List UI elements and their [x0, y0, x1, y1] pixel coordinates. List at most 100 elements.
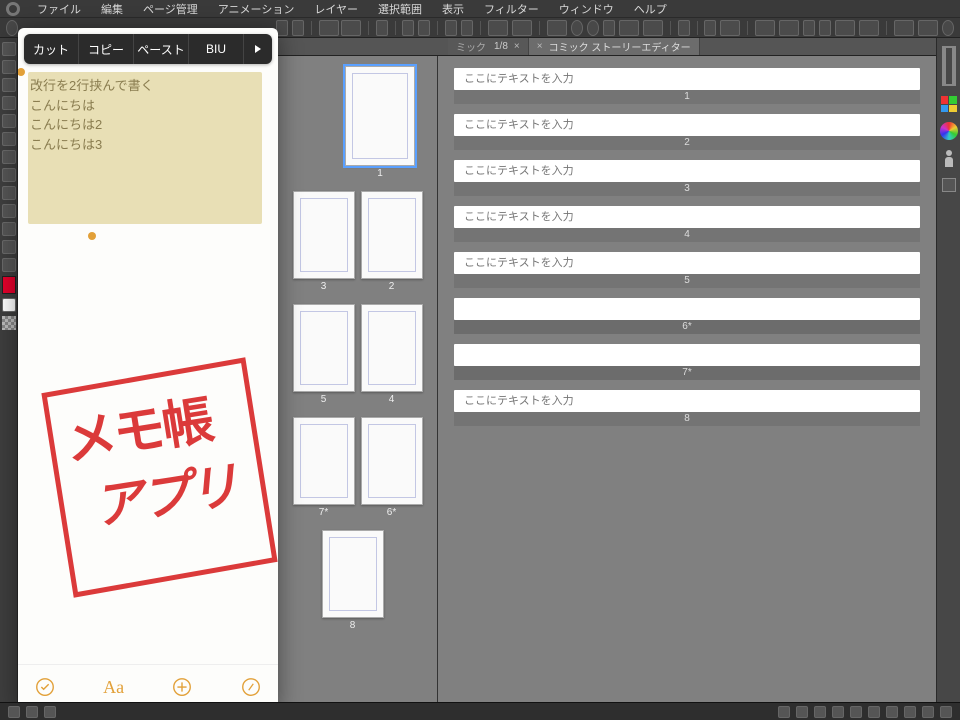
page-thumb-2[interactable] — [361, 191, 423, 279]
folder-icon[interactable] — [402, 20, 414, 36]
story-input-4[interactable] — [454, 206, 920, 228]
color-set-icon[interactable] — [941, 96, 957, 112]
next-icon[interactable] — [512, 20, 532, 36]
taskbar-icon[interactable] — [940, 706, 952, 718]
menu-page[interactable]: ページ管理 — [134, 0, 207, 18]
tool-brush-icon[interactable] — [2, 150, 16, 164]
trash-icon[interactable] — [376, 20, 388, 36]
layout-list-icon[interactable] — [292, 20, 304, 36]
ruler-icon[interactable] — [755, 20, 775, 36]
notes-text-area[interactable]: 改行を2行挟んで書く こんにちは こんにちは2 こんにちは3 メモ帳 アプリ — [18, 70, 278, 664]
tool-gradient-icon[interactable] — [2, 204, 16, 218]
more-icon[interactable] — [803, 20, 815, 36]
menu-edit[interactable]: 編集 — [92, 0, 132, 18]
mirror-icon[interactable] — [619, 20, 639, 36]
taskbar-icon[interactable] — [922, 706, 934, 718]
swatch-background[interactable] — [2, 298, 16, 312]
hand-icon[interactable] — [603, 20, 615, 36]
page-icon[interactable] — [445, 20, 457, 36]
page-thumb-1[interactable] — [345, 66, 415, 166]
tool-wand-icon[interactable] — [2, 96, 16, 110]
cloud-icon[interactable] — [894, 20, 914, 36]
tool-move-icon[interactable] — [2, 42, 16, 56]
close-icon[interactable]: × — [537, 41, 543, 52]
tool-lasso-icon[interactable] — [2, 78, 16, 92]
biu-button[interactable]: BIU — [189, 34, 244, 64]
close-icon[interactable]: × — [514, 41, 520, 52]
tool-frame-icon[interactable] — [2, 240, 16, 254]
undo-icon[interactable] — [319, 20, 339, 36]
menu-animation[interactable]: アニメーション — [209, 0, 304, 18]
taskbar-icon[interactable] — [814, 706, 826, 718]
layers-panel-icon[interactable] — [942, 178, 956, 192]
copy-button[interactable]: コピー — [79, 34, 134, 64]
taskbar-icon[interactable] — [796, 706, 808, 718]
selection-handle-end-icon[interactable] — [88, 232, 96, 240]
fit-icon[interactable] — [587, 20, 599, 36]
story-input-8[interactable] — [454, 390, 920, 412]
cut-button[interactable]: カット — [24, 34, 79, 64]
redo-icon[interactable] — [341, 20, 361, 36]
menu-help[interactable]: ヘルプ — [625, 0, 676, 18]
color-wheel-icon[interactable] — [940, 122, 958, 140]
page-thumb-6[interactable] — [361, 417, 423, 505]
film-strip-icon[interactable] — [942, 46, 956, 86]
prev-icon[interactable] — [488, 20, 508, 36]
tool-ruler-icon[interactable] — [2, 258, 16, 272]
taskbar-icon[interactable] — [868, 706, 880, 718]
tool-erase-icon[interactable] — [2, 168, 16, 182]
taskbar-icon[interactable] — [850, 706, 862, 718]
story-input-6[interactable] — [454, 298, 920, 320]
grid3d-icon[interactable] — [704, 20, 716, 36]
taskbar-icon[interactable] — [904, 706, 916, 718]
tool-fill-icon[interactable] — [2, 186, 16, 200]
page-thumb-4[interactable] — [361, 304, 423, 392]
menu-file[interactable]: ファイル — [28, 0, 90, 18]
tab-comic[interactable]: ミック 1/8 × — [448, 38, 529, 55]
tool-eyedrop-icon[interactable] — [2, 114, 16, 128]
tool-pen-icon[interactable] — [2, 132, 16, 146]
swatch-foreground[interactable] — [2, 276, 16, 294]
menu-filter[interactable]: フィルター — [475, 0, 548, 18]
pose-model-icon[interactable] — [942, 150, 956, 168]
ruler2-icon[interactable] — [779, 20, 799, 36]
snap-icon[interactable] — [720, 20, 740, 36]
story-input-3[interactable] — [454, 160, 920, 182]
crop-icon[interactable] — [678, 20, 690, 36]
story-input-5[interactable] — [454, 252, 920, 274]
taskbar-icon[interactable] — [832, 706, 844, 718]
tab-story-editor[interactable]: × コミック ストーリーエディター — [529, 38, 700, 55]
pages-icon[interactable] — [461, 20, 473, 36]
page-thumb-7[interactable] — [293, 417, 355, 505]
story-input-1[interactable] — [454, 68, 920, 90]
flip-icon[interactable] — [643, 20, 663, 36]
normal-icon[interactable] — [835, 20, 855, 36]
rotate-icon[interactable] — [547, 20, 567, 36]
menu-view[interactable]: 表示 — [433, 0, 473, 18]
zoom-icon[interactable] — [571, 20, 583, 36]
help-icon[interactable] — [942, 20, 954, 36]
sync-icon[interactable] — [918, 20, 938, 36]
gear-icon[interactable] — [859, 20, 879, 36]
page-thumb-3[interactable] — [293, 191, 355, 279]
save-icon[interactable] — [418, 20, 430, 36]
checklist-icon[interactable] — [34, 676, 56, 698]
taskbar-icon[interactable] — [778, 706, 790, 718]
selection-handle-start-icon[interactable] — [18, 68, 25, 76]
refresh-icon[interactable] — [6, 20, 18, 36]
tool-text-icon[interactable] — [2, 222, 16, 236]
tool-marquee-icon[interactable] — [2, 60, 16, 74]
more2-icon[interactable] — [819, 20, 831, 36]
taskbar-icon[interactable] — [8, 706, 20, 718]
add-icon[interactable] — [171, 676, 193, 698]
menu-layer[interactable]: レイヤー — [305, 0, 367, 18]
page-thumb-5[interactable] — [293, 304, 355, 392]
page-thumb-8[interactable] — [322, 530, 384, 618]
menu-selection[interactable]: 選択範囲 — [369, 0, 431, 18]
menu-window[interactable]: ウィンドウ — [550, 0, 623, 18]
taskbar-icon[interactable] — [44, 706, 56, 718]
swatch-transparent-icon[interactable] — [2, 316, 16, 330]
more-arrow-icon[interactable] — [244, 34, 272, 64]
taskbar-icon[interactable] — [26, 706, 38, 718]
text-style-icon[interactable]: Aa — [103, 676, 125, 698]
